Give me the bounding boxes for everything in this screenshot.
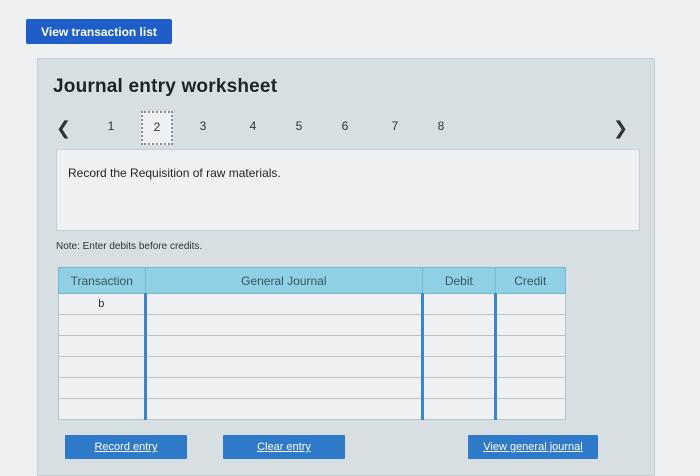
table-row: b — [58, 293, 567, 315]
view-general-journal-button[interactable]: View general journal — [468, 435, 598, 459]
general-journal-input[interactable] — [143, 356, 424, 378]
record-entry-button[interactable]: Record entry — [65, 435, 187, 459]
transaction-cell — [58, 398, 146, 420]
chevron-right-icon[interactable]: ❯ — [613, 118, 628, 139]
debit-header: Debit — [422, 267, 496, 294]
general-journal-input[interactable] — [143, 377, 424, 399]
action-buttons: Record entry Clear entry View general jo… — [38, 435, 654, 459]
general-journal-header: General Journal — [144, 267, 424, 294]
table-row — [58, 335, 567, 357]
table-row — [58, 356, 567, 378]
debit-input[interactable] — [421, 398, 496, 420]
worksheet-pager: ❮ 1 2 3 4 5 6 7 8 ❯ — [38, 111, 654, 145]
general-journal-input[interactable] — [143, 335, 424, 357]
credit-header: Credit — [494, 267, 567, 294]
journal-table: Transaction General Journal Debit Credit… — [58, 267, 567, 420]
page-1[interactable]: 1 — [101, 119, 121, 133]
page-5[interactable]: 5 — [289, 119, 309, 133]
page-3[interactable]: 3 — [193, 119, 213, 133]
transaction-cell — [58, 377, 146, 399]
debit-input[interactable] — [421, 293, 496, 315]
debit-input[interactable] — [421, 335, 496, 357]
debit-input[interactable] — [421, 377, 496, 399]
table-row — [58, 314, 567, 336]
prompt-box: Record the Requisition of raw materials. — [56, 149, 640, 231]
transaction-header: Transaction — [58, 267, 146, 294]
general-journal-input[interactable] — [143, 398, 424, 420]
clear-entry-button[interactable]: Clear entry — [223, 435, 345, 459]
transaction-cell — [58, 314, 146, 336]
credit-input[interactable] — [493, 293, 567, 315]
worksheet-title: Journal entry worksheet — [53, 76, 278, 97]
debit-input[interactable] — [421, 356, 496, 378]
credit-input[interactable] — [493, 356, 567, 378]
page-7[interactable]: 7 — [385, 119, 405, 133]
journal-entry-worksheet: Journal entry worksheet ❮ 1 2 3 4 5 6 7 … — [37, 58, 655, 476]
page-4[interactable]: 4 — [243, 119, 263, 133]
chevron-left-icon[interactable]: ❮ — [56, 118, 71, 139]
debit-input[interactable] — [421, 314, 496, 336]
table-row — [58, 398, 567, 420]
page-8[interactable]: 8 — [431, 119, 451, 133]
general-journal-input[interactable] — [143, 293, 424, 315]
credit-input[interactable] — [493, 335, 567, 357]
page-2[interactable]: 2 — [141, 111, 173, 145]
transaction-cell: b — [58, 293, 146, 315]
credit-input[interactable] — [493, 377, 567, 399]
table-row — [58, 377, 567, 399]
credit-input[interactable] — [493, 314, 567, 336]
transaction-cell — [58, 356, 146, 378]
credit-input[interactable] — [493, 398, 567, 420]
note-text: Note: Enter debits before credits. — [56, 241, 203, 252]
view-transaction-list-button[interactable]: View transaction list — [26, 19, 172, 44]
prompt-text: Record the Requisition of raw materials. — [68, 166, 281, 180]
transaction-cell — [58, 335, 146, 357]
general-journal-input[interactable] — [143, 314, 424, 336]
page-6[interactable]: 6 — [335, 119, 355, 133]
